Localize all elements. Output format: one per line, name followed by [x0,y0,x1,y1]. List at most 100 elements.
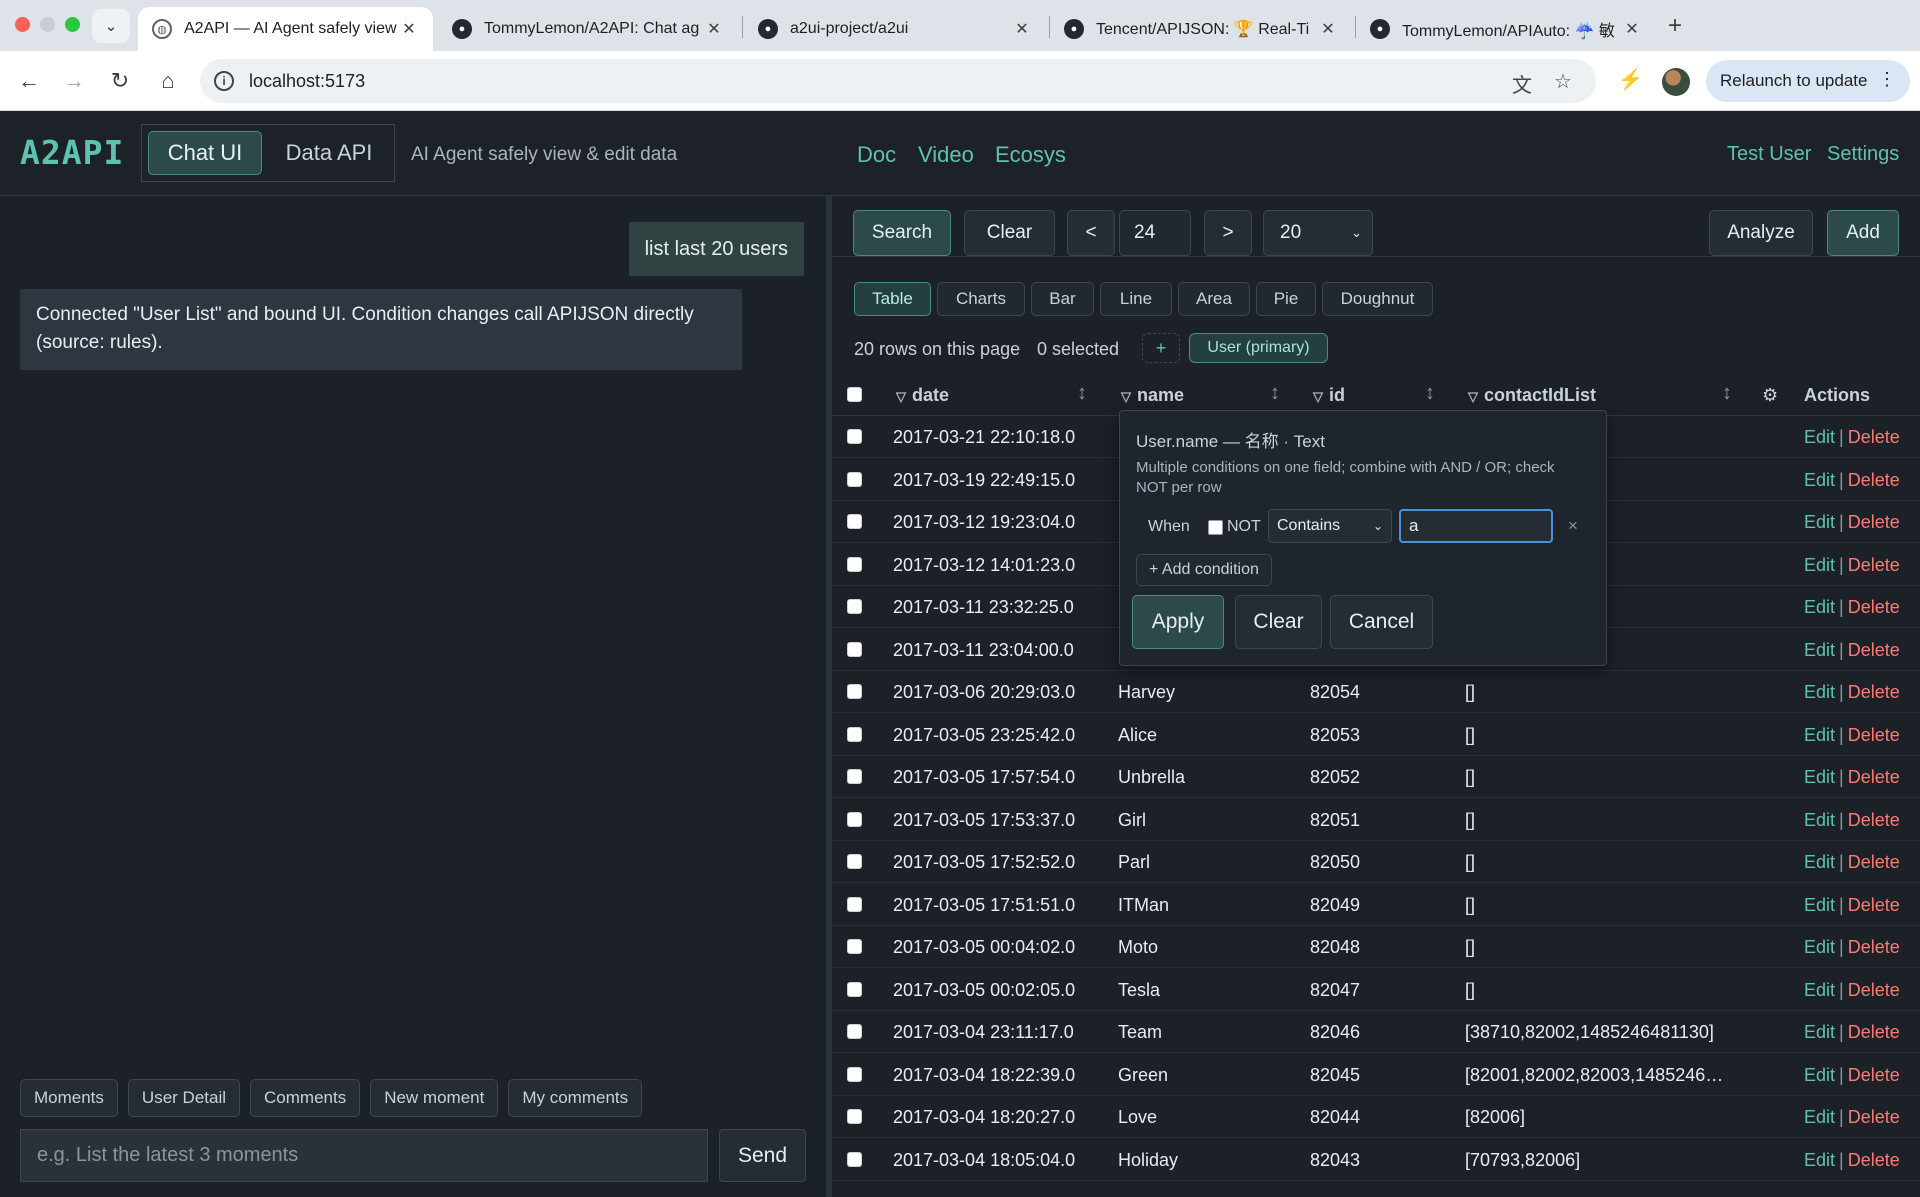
table-row[interactable]: 2017-03-04 23:11:17.0 Team 82046 [38710,820… [832,1011,1920,1053]
edit-link[interactable]: Edit [1804,1022,1835,1042]
filter-icon[interactable]: ▽ [1468,389,1478,404]
table-row[interactable]: 2017-03-05 17:57:54.0 Unbrella 82052 [] Edit… [832,756,1920,798]
tab-data-api[interactable]: Data API [268,131,390,175]
user-link[interactable]: Test User [1727,143,1811,166]
view-tab-doughnut[interactable]: Doughnut [1322,282,1433,316]
row-checkbox[interactable] [847,1066,862,1082]
row-checkbox[interactable] [847,684,862,699]
table-row[interactable]: 2017-03-04 18:20:27.0 Love 82044 [82006] Edi… [832,1096,1920,1138]
table-row[interactable]: 2017-03-04 18:05:04.0 Holiday 82043 [70793,… [832,1139,1920,1181]
popover-clear-button[interactable]: Clear [1235,595,1322,649]
not-toggle[interactable]: NOT [1208,518,1261,536]
operator-select[interactable]: Contains ⌄ [1268,509,1392,543]
nav-ecosys-link[interactable]: Ecosys [995,142,1066,168]
resize-handle-icon[interactable]: ↕ [1722,382,1732,405]
profile-avatar[interactable] [1662,68,1690,96]
delete-link[interactable]: Delete [1848,597,1900,617]
maximize-window-button[interactable] [65,17,80,32]
table-row[interactable]: 2017-03-04 18:22:39.0 Green 82045 [82001,82… [832,1054,1920,1096]
back-arrow-icon[interactable]: ← [13,65,45,97]
delete-link[interactable]: Delete [1848,852,1900,872]
url-text[interactable]: localhost:5173 [249,71,365,92]
chip-moments[interactable]: Moments [20,1079,118,1117]
delete-link[interactable]: Delete [1848,725,1900,745]
edit-link[interactable]: Edit [1804,1065,1835,1085]
resize-handle-icon[interactable]: ↕ [1077,382,1087,405]
close-tab-icon[interactable]: ✕ [704,19,724,39]
new-tab-icon[interactable]: + [1668,12,1682,40]
site-info-icon[interactable]: i [214,71,234,91]
chat-input[interactable]: e.g. List the latest 3 moments [20,1129,708,1182]
edit-link[interactable]: Edit [1804,427,1835,447]
add-condition-button[interactable]: + Add condition [1136,554,1272,586]
delete-link[interactable]: Delete [1848,640,1900,660]
delete-link[interactable]: Delete [1848,1107,1900,1127]
row-checkbox[interactable] [847,641,862,657]
select-all-checkbox[interactable] [847,387,862,402]
filter-icon[interactable]: ▽ [896,389,906,404]
edit-link[interactable]: Edit [1804,980,1835,1000]
tab-chat-ui[interactable]: Chat UI [148,131,262,175]
view-tab-pie[interactable]: Pie [1256,282,1316,316]
view-tab-area[interactable]: Area [1178,282,1250,316]
row-checkbox[interactable] [847,981,862,997]
delete-link[interactable]: Delete [1848,895,1900,915]
delete-link[interactable]: Delete [1848,682,1900,702]
reload-icon[interactable]: ↻ [104,65,136,97]
table-row[interactable]: 2017-03-05 23:25:42.0 Alice 82053 [] Edit | De… [832,714,1920,756]
analyze-button[interactable]: Analyze [1709,210,1813,256]
edit-link[interactable]: Edit [1804,767,1835,787]
table-row[interactable]: 2017-03-05 17:53:37.0 Girl 82051 [] Edit | Del… [832,799,1920,841]
row-checkbox[interactable] [847,1151,862,1167]
apply-button[interactable]: Apply [1132,595,1224,649]
relaunch-button[interactable]: Relaunch to update ⋮ [1706,60,1910,102]
gear-icon[interactable]: ⚙ [1762,385,1778,406]
not-checkbox[interactable] [1208,519,1223,535]
edit-link[interactable]: Edit [1804,895,1835,915]
view-tab-line[interactable]: Line [1100,282,1172,316]
prev-page-button[interactable]: < [1067,210,1115,256]
row-checkbox[interactable] [847,556,862,572]
delete-link[interactable]: Delete [1848,810,1900,830]
close-tab-icon[interactable]: ✕ [399,19,419,39]
browser-tab-apiauto[interactable]: ● TommyLemon/APIAuto: ☔ 敏 ✕ [1356,7,1656,51]
translate-icon[interactable]: 文 [1512,69,1532,98]
chip-user-detail[interactable]: User Detail [127,1079,241,1117]
more-menu-icon[interactable]: ⋮ [1878,69,1896,90]
page-number-input[interactable]: 24 [1119,210,1191,256]
delete-link[interactable]: Delete [1848,1065,1900,1085]
nav-doc-link[interactable]: Doc [857,142,896,168]
row-checkbox[interactable] [847,726,862,742]
browser-tab-a2api-github[interactable]: ● TommyLemon/A2API: Chat ag ✕ [438,7,738,51]
column-header-contactidlist[interactable]: ▽ contactIdList [1468,385,1596,406]
row-checkbox[interactable] [847,429,862,444]
tab-search-chevron-icon[interactable]: ⌄ [92,9,130,43]
chip-new-moment[interactable]: New moment [370,1079,499,1117]
table-row[interactable]: 2017-03-05 17:52:52.0 Parl 82050 [] Edit | Del… [832,841,1920,883]
clear-button[interactable]: Clear [964,210,1055,256]
settings-link[interactable]: Settings [1827,143,1899,166]
next-page-button[interactable]: > [1204,210,1252,256]
search-button[interactable]: Search [853,210,951,256]
condition-value-input[interactable]: a [1399,509,1553,543]
minimize-window-button[interactable] [40,17,55,32]
row-checkbox[interactable] [847,471,862,487]
browser-tab-a2api[interactable]: ◍ A2API — AI Agent safely view ✕ [138,7,433,51]
row-checkbox[interactable] [847,1109,862,1124]
browser-tab-apijson[interactable]: ● Tencent/APIJSON: 🏆 Real-Ti ✕ [1050,7,1352,51]
resize-handle-icon[interactable]: ↕ [1270,382,1280,405]
extension-icon[interactable]: ⚡ [1618,67,1643,92]
remove-condition-icon[interactable]: × [1568,516,1578,536]
edit-link[interactable]: Edit [1804,1107,1835,1127]
app-logo[interactable]: A2API [20,133,124,172]
column-header-id[interactable]: ▽ id [1313,385,1345,406]
close-tab-icon[interactable]: ✕ [1318,19,1338,39]
delete-link[interactable]: Delete [1848,1150,1900,1170]
row-checkbox[interactable] [847,896,862,912]
delete-link[interactable]: Delete [1848,1022,1900,1042]
view-tab-table[interactable]: Table [854,282,931,316]
table-row[interactable]: 2017-03-05 17:51:51.0 ITMan 82049 [] Edit | De… [832,884,1920,926]
column-header-date[interactable]: ▽ date [896,385,949,406]
row-checkbox[interactable] [847,769,862,784]
filter-icon[interactable]: ▽ [1313,389,1323,404]
